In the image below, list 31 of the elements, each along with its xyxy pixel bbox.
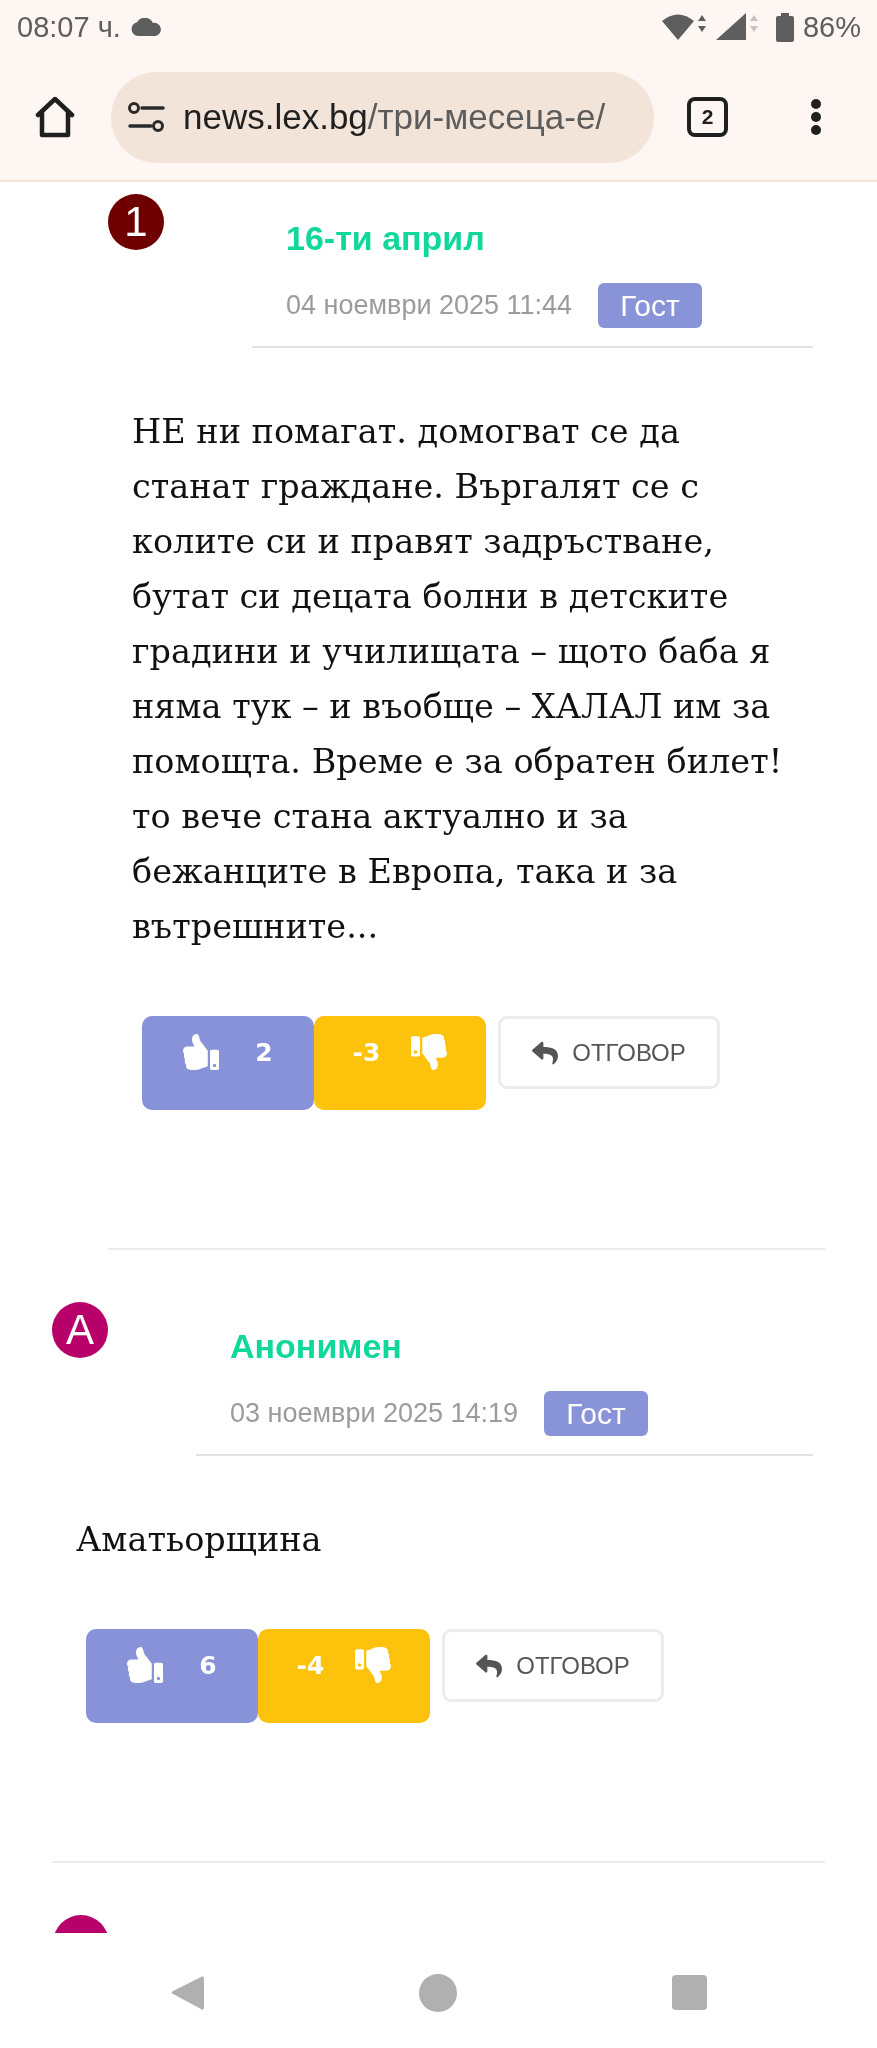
- avatar: А: [52, 1302, 108, 1358]
- thumbs-up-icon: [183, 1034, 220, 1070]
- sliders-icon[interactable]: [128, 102, 165, 132]
- author-name: 16-ти април: [286, 218, 486, 258]
- thumbs-down-icon: [355, 1647, 392, 1683]
- comment-date: 04 ноември 2025 11:44: [286, 290, 573, 321]
- thumbs-down-icon: [411, 1034, 448, 1070]
- role-badge: Гост: [544, 1391, 648, 1436]
- cloud-icon: [130, 18, 162, 36]
- curved-arrow-icon: [532, 1039, 559, 1066]
- wifi-icon: [661, 13, 708, 41]
- role-badge: Гост: [598, 283, 702, 328]
- menu-icon[interactable]: [810, 99, 822, 135]
- reply-button[interactable]: ОТГОВОР: [498, 1016, 720, 1089]
- author-name: Анонимен: [230, 1326, 403, 1366]
- thumbs-up-icon: [127, 1647, 164, 1683]
- comment-text: Аматьорщина: [76, 1519, 323, 1561]
- reply-button[interactable]: ОТГОВОР: [442, 1629, 664, 1702]
- comment-text: НЕ ни помагат. домогват се да станат граждане. Въргалят се с колите си и правят задръстване, бутат си децата болни в детските градини и училищата – щото баба я няма тук – и въобще – ХАЛАЛ им за помощта. Време е за обратен билет! то вече стана актуално и за бежанците в Европа, така и за вътрешните...: [132, 411, 784, 948]
- tabs-button[interactable]: 2: [687, 97, 728, 137]
- curved-arrow-icon: [476, 1652, 503, 1679]
- battery-level: 86%: [802, 10, 861, 44]
- comment-date: 03 ноември 2025 14:19: [230, 1398, 519, 1429]
- address-bar[interactable]: news.lex.bg/три-месеца-е/: [111, 71, 654, 163]
- home-icon[interactable]: [34, 96, 76, 138]
- url-domain: news.lex.bg: [183, 97, 368, 137]
- clock-time: 08:07 ч.: [17, 10, 121, 44]
- avatar: 1: [108, 194, 164, 250]
- url-path: /три-месеца-е/: [367, 97, 606, 137]
- signal-icon: [715, 13, 758, 41]
- battery-icon: [775, 12, 794, 42]
